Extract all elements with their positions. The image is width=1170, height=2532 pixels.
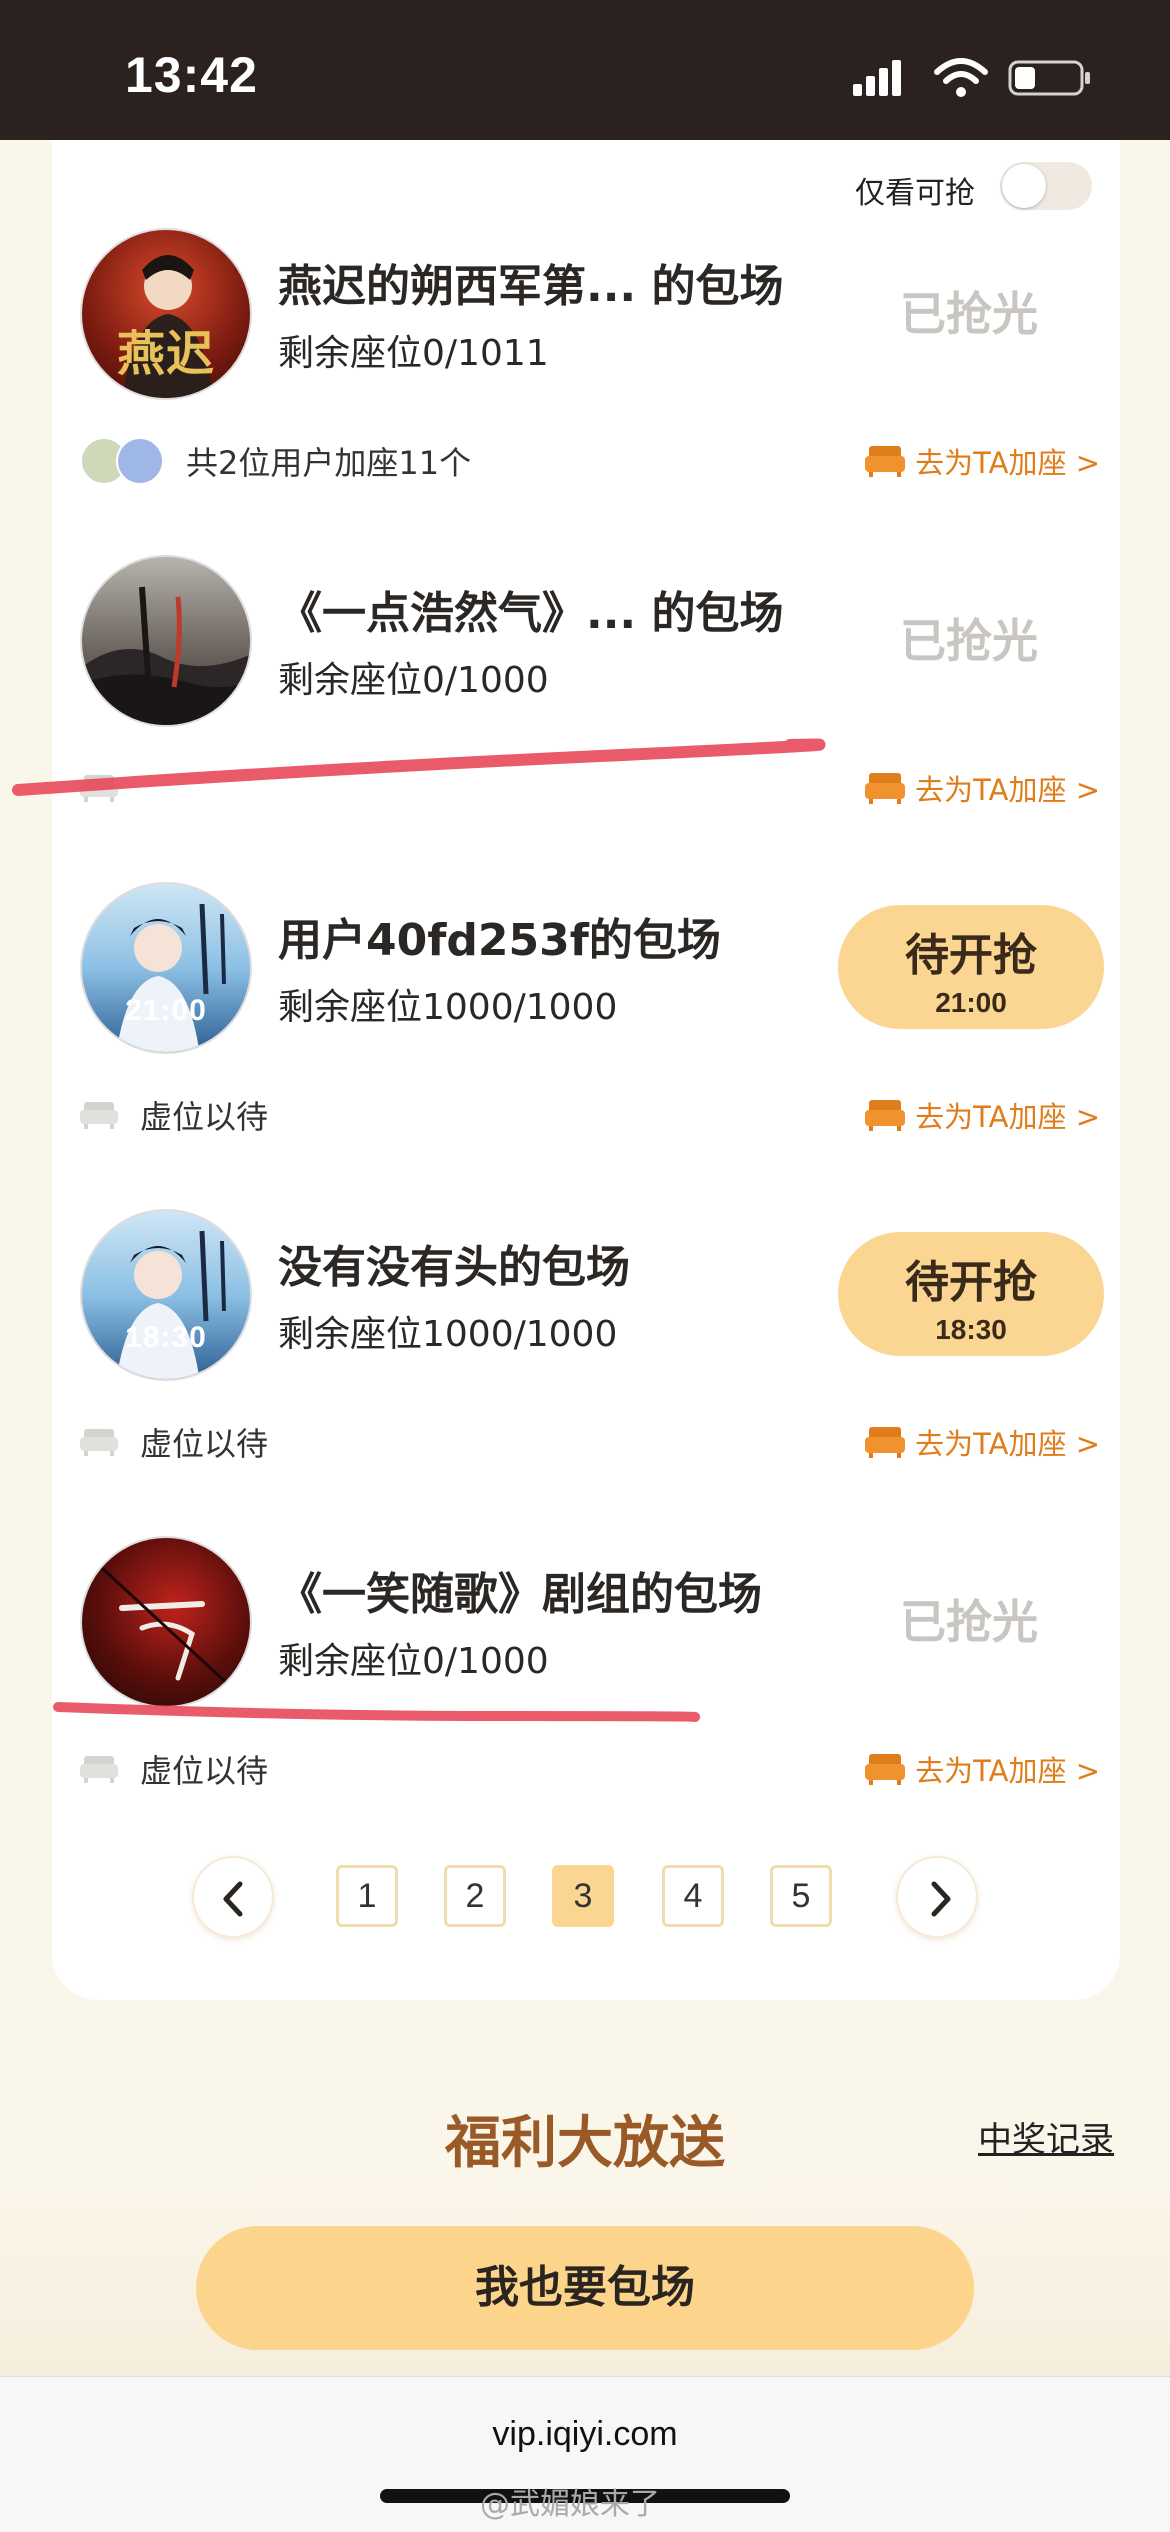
list-item[interactable]: 燕迟 燕迟的朔西军第... 的包场 剩余座位0/1011 已抢光 共2位用户加座… xyxy=(80,228,1100,528)
add-seat-link[interactable]: 去为TA加座 > xyxy=(865,763,1100,813)
add-seat-label: 去为TA加座 > xyxy=(915,773,1100,807)
page-button[interactable]: 2 xyxy=(444,1865,506,1927)
joined-users: 虚位以待 xyxy=(80,1090,268,1140)
book-screening-button[interactable]: 我也要包场 xyxy=(196,2226,974,2350)
joined-count: 虚位以待 xyxy=(140,1752,269,1790)
poster-figure-icon xyxy=(116,1230,226,1379)
joined-users xyxy=(80,763,140,813)
room-title: 用户40fd253f的包场 xyxy=(278,915,721,966)
joined-count: 共2位用户加座11个 xyxy=(186,444,472,482)
user-avatar xyxy=(116,437,164,485)
browser-address-bar: vip.iqiyi.com @武媚娘来了 xyxy=(0,2376,1170,2532)
sofa-icon xyxy=(80,775,118,802)
room-title: 《一笑随歌》剧组的包场 xyxy=(278,1569,762,1620)
watermark-text: @武媚娘来了 xyxy=(480,2487,660,2522)
add-seat-link[interactable]: 去为TA加座 > xyxy=(865,1417,1100,1467)
sofa-icon xyxy=(865,446,906,477)
list-item[interactable]: 《一笑随歌》剧组的包场 剩余座位0/1000 已抢光 虚位以待 去为TA加座 > xyxy=(80,1536,1100,1836)
page-button-current[interactable]: 3 xyxy=(552,1865,614,1927)
avatar xyxy=(80,1536,252,1708)
sold-out-status: 已抢光 xyxy=(900,287,1038,341)
pending-label: 待开抢 xyxy=(905,1257,1037,1308)
avatar xyxy=(80,555,252,727)
seats-remaining: 剩余座位0/1000 xyxy=(278,1641,549,1682)
sofa-icon xyxy=(865,1427,906,1458)
add-seat-label: 去为TA加座 > xyxy=(915,446,1100,480)
avatar-caption: 18:30 xyxy=(125,1321,207,1354)
status-time: 13:42 xyxy=(125,47,258,103)
battery-icon xyxy=(1008,60,1090,96)
joined-users: 共2位用户加座11个 xyxy=(80,436,471,486)
available-only-toggle[interactable] xyxy=(1000,162,1092,210)
add-seat-link[interactable]: 去为TA加座 > xyxy=(865,1744,1100,1794)
cellular-signal-icon xyxy=(853,60,901,96)
pagination: 1 2 3 4 5 xyxy=(0,1856,1170,1938)
sofa-icon xyxy=(865,1754,906,1785)
pending-grab-button[interactable]: 待开抢 21:00 xyxy=(838,905,1104,1029)
url-text[interactable]: vip.iqiyi.com xyxy=(0,2415,1170,2454)
sold-out-status: 已抢光 xyxy=(900,614,1038,668)
sofa-icon xyxy=(80,1102,118,1129)
avatar: 21:00 xyxy=(80,882,252,1054)
sold-out-status: 已抢光 xyxy=(900,1595,1038,1649)
sofa-icon xyxy=(865,1100,906,1131)
filter-label: 仅看可抢 xyxy=(855,176,975,211)
add-seat-label: 去为TA加座 > xyxy=(915,1427,1100,1461)
avatar-caption: 燕迟 xyxy=(116,328,215,381)
poster-landscape-icon xyxy=(82,586,250,725)
seats-remaining: 剩余座位1000/1000 xyxy=(278,987,618,1028)
joined-users: 虚位以待 xyxy=(80,1417,268,1467)
room-title: 没有没有头的包场 xyxy=(278,1242,630,1293)
add-seat-link[interactable]: 去为TA加座 > xyxy=(865,436,1100,486)
sofa-icon xyxy=(865,773,906,804)
list-item[interactable]: 21:00 用户40fd253f的包场 剩余座位1000/1000 待开抢 21… xyxy=(80,882,1104,1182)
pending-grab-button[interactable]: 待开抢 18:30 xyxy=(838,1232,1104,1356)
avatar-caption: 21:00 xyxy=(125,994,207,1027)
room-title: 燕迟的朔西军第... 的包场 xyxy=(278,261,784,312)
page-button[interactable]: 4 xyxy=(662,1865,724,1927)
wifi-icon xyxy=(934,58,988,97)
sofa-icon xyxy=(80,1429,118,1456)
pending-label: 待开抢 xyxy=(905,930,1037,981)
sofa-icon xyxy=(80,1756,118,1783)
avatar: 燕迟 xyxy=(80,228,252,400)
status-bar: 13:42 xyxy=(0,0,1170,140)
prev-page-button[interactable] xyxy=(192,1856,274,1938)
seats-remaining: 剩余座位1000/1000 xyxy=(278,1314,618,1355)
avatar: 18:30 xyxy=(80,1209,252,1381)
add-seat-label: 去为TA加座 > xyxy=(915,1754,1100,1788)
add-seat-link[interactable]: 去为TA加座 > xyxy=(865,1090,1100,1140)
seats-remaining: 剩余座位0/1000 xyxy=(278,660,549,701)
pending-time: 21:00 xyxy=(935,987,1007,1018)
chevron-right-icon xyxy=(931,1881,951,1917)
list-item[interactable]: 18:30 没有没有头的包场 剩余座位1000/1000 待开抢 18:30 虚… xyxy=(80,1209,1104,1509)
pending-time: 18:30 xyxy=(935,1314,1007,1345)
poster-calligraphy-icon xyxy=(100,1566,234,1690)
chevron-left-icon xyxy=(223,1881,243,1917)
page-button[interactable]: 5 xyxy=(770,1865,832,1927)
joined-count: 虚位以待 xyxy=(140,1425,269,1463)
list-item[interactable]: 《一点浩然气》... 的包场 剩余座位0/1000 已抢光 去为TA加座 > xyxy=(80,555,1100,855)
poster-figure-icon xyxy=(116,903,226,1052)
joined-count: 虚位以待 xyxy=(140,1098,269,1136)
toggle-knob xyxy=(1002,164,1046,208)
page-button[interactable]: 1 xyxy=(336,1865,398,1927)
room-title: 《一点浩然气》... 的包场 xyxy=(278,588,784,639)
seats-remaining: 剩余座位0/1011 xyxy=(278,333,549,374)
next-page-button[interactable] xyxy=(896,1856,978,1938)
prize-record-link[interactable]: 中奖记录 xyxy=(978,2112,1114,2161)
add-seat-label: 去为TA加座 > xyxy=(915,1100,1100,1134)
joined-users: 虚位以待 xyxy=(80,1744,268,1794)
